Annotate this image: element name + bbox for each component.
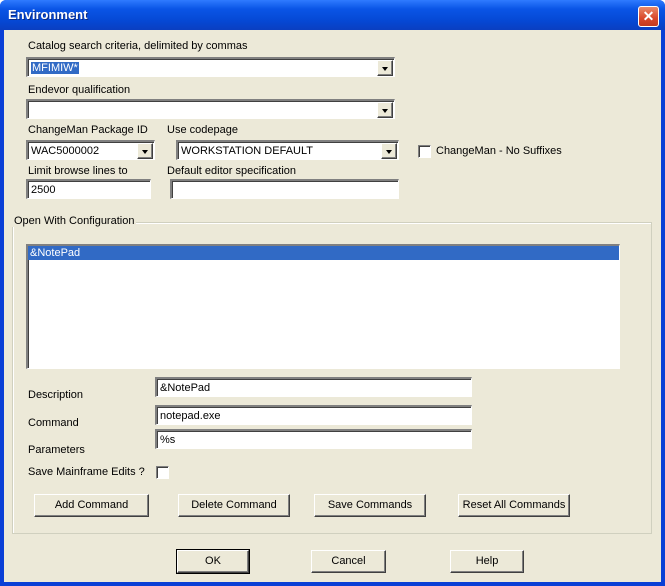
save-edits-checkbox[interactable] bbox=[156, 466, 169, 479]
changeman-package-value: WAC5000002 bbox=[31, 145, 100, 157]
no-suffixes-checkbox[interactable] bbox=[418, 145, 431, 158]
ok-button[interactable]: OK bbox=[176, 549, 250, 574]
default-editor-label: Default editor specification bbox=[167, 165, 297, 177]
dialog-body: Catalog search criteria, delimited by co… bbox=[4, 30, 661, 582]
description-value: &NotePad bbox=[160, 382, 211, 394]
chevron-down-icon[interactable] bbox=[377, 60, 393, 76]
catalog-combo[interactable]: MFIMIW* bbox=[26, 57, 395, 77]
command-label: Command bbox=[28, 417, 79, 429]
cancel-button[interactable]: Cancel bbox=[311, 550, 386, 573]
environment-dialog: Environment ✕ Catalog search criteria, d… bbox=[0, 0, 665, 586]
command-value: notepad.exe bbox=[160, 410, 221, 422]
parameters-input[interactable]: %s bbox=[155, 429, 472, 449]
browse-limit-label: Limit browse lines to bbox=[28, 165, 128, 177]
codepage-value: WORKSTATION DEFAULT bbox=[181, 145, 314, 157]
chevron-down-icon[interactable] bbox=[137, 143, 153, 159]
browse-limit-value: 2500 bbox=[31, 184, 56, 196]
no-suffixes-label: ChangeMan - No Suffixes bbox=[436, 145, 562, 157]
parameters-label: Parameters bbox=[28, 444, 85, 456]
catalog-label: Catalog search criteria, delimited by co… bbox=[28, 40, 248, 52]
changeman-package-combo[interactable]: WAC5000002 bbox=[26, 140, 155, 160]
endevor-label: Endevor qualification bbox=[28, 84, 131, 96]
default-editor-input[interactable] bbox=[170, 179, 399, 199]
codepage-combo[interactable]: WORKSTATION DEFAULT bbox=[176, 140, 399, 160]
chevron-down-icon[interactable] bbox=[377, 102, 393, 118]
endevor-combo[interactable] bbox=[26, 99, 395, 119]
help-button[interactable]: Help bbox=[450, 550, 524, 573]
parameters-value: %s bbox=[160, 434, 176, 446]
add-command-button[interactable]: Add Command bbox=[34, 494, 149, 517]
close-icon: ✕ bbox=[642, 8, 655, 24]
title-bar[interactable]: Environment ✕ bbox=[0, 0, 665, 30]
open-with-listbox[interactable]: &NotePad bbox=[26, 244, 620, 369]
description-input[interactable]: &NotePad bbox=[155, 377, 472, 397]
open-with-title: Open With Configuration bbox=[12, 215, 137, 227]
chevron-down-icon[interactable] bbox=[381, 143, 397, 159]
description-label: Description bbox=[28, 389, 84, 401]
save-edits-label: Save Mainframe Edits ? bbox=[28, 466, 145, 478]
browse-limit-input[interactable]: 2500 bbox=[26, 179, 151, 199]
command-input[interactable]: notepad.exe bbox=[155, 405, 472, 425]
codepage-label: Use codepage bbox=[167, 124, 238, 136]
catalog-value: MFIMIW* bbox=[31, 62, 79, 74]
changeman-package-label: ChangeMan Package ID bbox=[28, 124, 148, 136]
close-button[interactable]: ✕ bbox=[638, 6, 659, 27]
dialog-title: Environment bbox=[8, 7, 88, 22]
reset-all-commands-button[interactable]: Reset All Commands bbox=[458, 494, 570, 517]
save-commands-button[interactable]: Save Commands bbox=[314, 494, 426, 517]
list-item[interactable]: &NotePad bbox=[28, 246, 619, 260]
delete-command-button[interactable]: Delete Command bbox=[178, 494, 290, 517]
